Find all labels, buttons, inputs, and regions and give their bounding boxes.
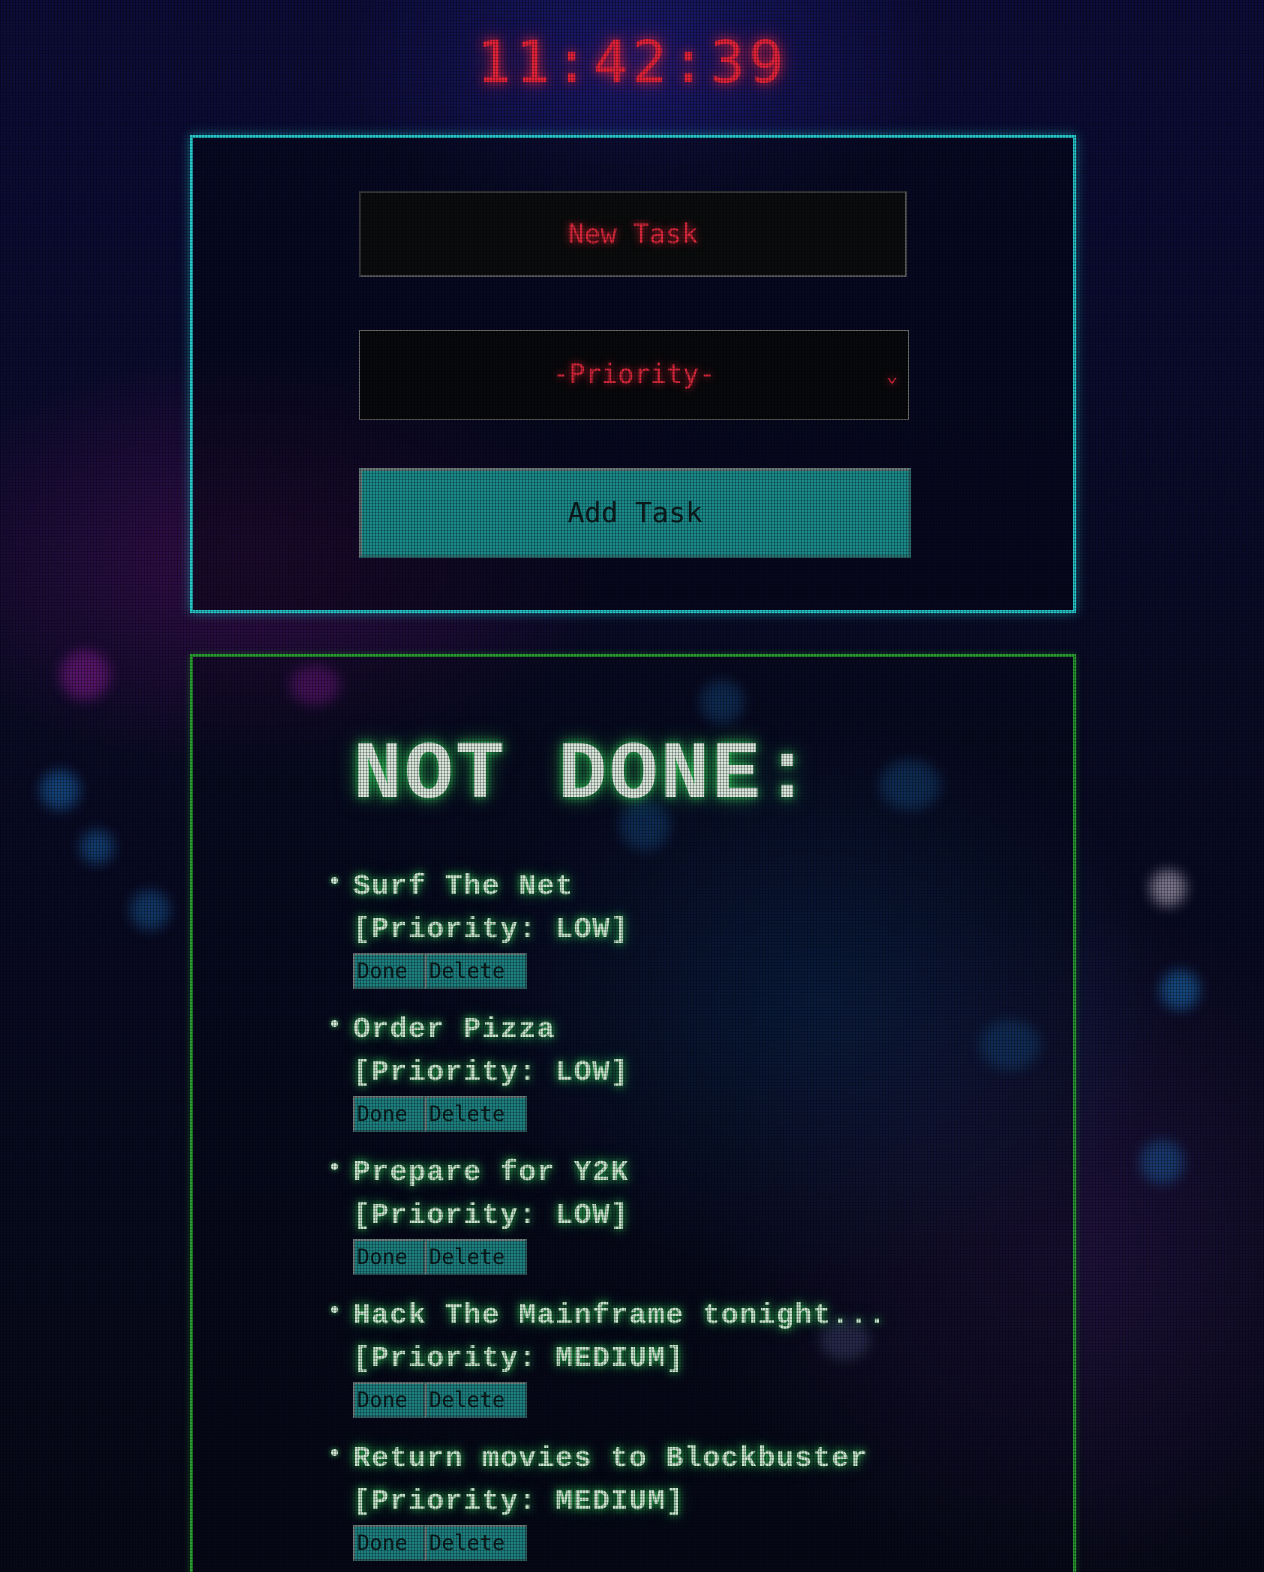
not-done-heading: NOT DONE: — [353, 729, 814, 822]
task-form-panel: -Priority- ⌄ Add Task — [190, 135, 1076, 613]
bullet-dot — [331, 1306, 338, 1313]
background-bokeh — [40, 770, 80, 810]
done-button[interactable]: Done — [353, 1096, 425, 1132]
done-button[interactable]: Done — [353, 953, 425, 989]
done-button[interactable]: Done — [353, 1239, 425, 1275]
list-item: Surf The Net [Priority: LOW] Done Delete — [331, 865, 887, 1008]
priority-select-value: -Priority- — [552, 359, 716, 390]
list-item: Hack The Mainframe tonight... [Priority:… — [331, 1294, 887, 1437]
bullet-dot — [331, 1020, 338, 1027]
list-item: Return movies to Blockbuster [Priority: … — [331, 1437, 887, 1572]
task-priority: [Priority: MEDIUM] — [353, 1485, 685, 1518]
background-bokeh — [1160, 970, 1200, 1010]
digital-clock: 11:42:39 — [476, 28, 788, 96]
task-actions: Done Delete — [353, 1239, 887, 1275]
add-task-button[interactable]: Add Task — [359, 468, 911, 558]
task-actions: Done Delete — [353, 1096, 887, 1132]
bullet-dot — [331, 1163, 338, 1170]
task-actions: Done Delete — [353, 1525, 887, 1561]
task-name: Prepare for Y2K — [353, 1156, 630, 1189]
not-done-panel: NOT DONE: Surf The Net [Priority: LOW] D… — [190, 654, 1076, 1572]
background-bokeh — [60, 650, 110, 700]
task-name: Return movies to Blockbuster — [353, 1442, 869, 1475]
delete-button[interactable]: Delete — [425, 1239, 527, 1275]
new-task-input[interactable] — [359, 191, 907, 277]
bullet-dot — [331, 1449, 338, 1456]
task-name: Order Pizza — [353, 1013, 556, 1046]
task-actions: Done Delete — [353, 1382, 887, 1418]
bullet-dot — [331, 877, 338, 884]
chevron-down-icon: ⌄ — [885, 363, 898, 387]
list-item: Prepare for Y2K [Priority: LOW] Done Del… — [331, 1151, 887, 1294]
background-bokeh — [1140, 1140, 1184, 1184]
background-bokeh — [130, 890, 170, 930]
task-actions: Done Delete — [353, 953, 887, 989]
task-priority: [Priority: LOW] — [353, 1056, 630, 1089]
task-name: Surf The Net — [353, 870, 574, 903]
delete-button[interactable]: Delete — [425, 1096, 527, 1132]
list-item: Order Pizza [Priority: LOW] Done Delete — [331, 1008, 887, 1151]
done-button[interactable]: Done — [353, 1382, 425, 1418]
task-list: Surf The Net [Priority: LOW] Done Delete… — [331, 865, 887, 1572]
task-priority: [Priority: LOW] — [353, 913, 630, 946]
task-name: Hack The Mainframe tonight... — [353, 1299, 887, 1332]
delete-button[interactable]: Delete — [425, 1525, 527, 1561]
done-button[interactable]: Done — [353, 1525, 425, 1561]
background-bokeh — [80, 830, 114, 864]
delete-button[interactable]: Delete — [425, 953, 527, 989]
task-priority: [Priority: MEDIUM] — [353, 1342, 685, 1375]
priority-select[interactable]: -Priority- ⌄ — [359, 330, 909, 420]
background-bokeh — [1150, 870, 1186, 906]
task-priority: [Priority: LOW] — [353, 1199, 630, 1232]
delete-button[interactable]: Delete — [425, 1382, 527, 1418]
